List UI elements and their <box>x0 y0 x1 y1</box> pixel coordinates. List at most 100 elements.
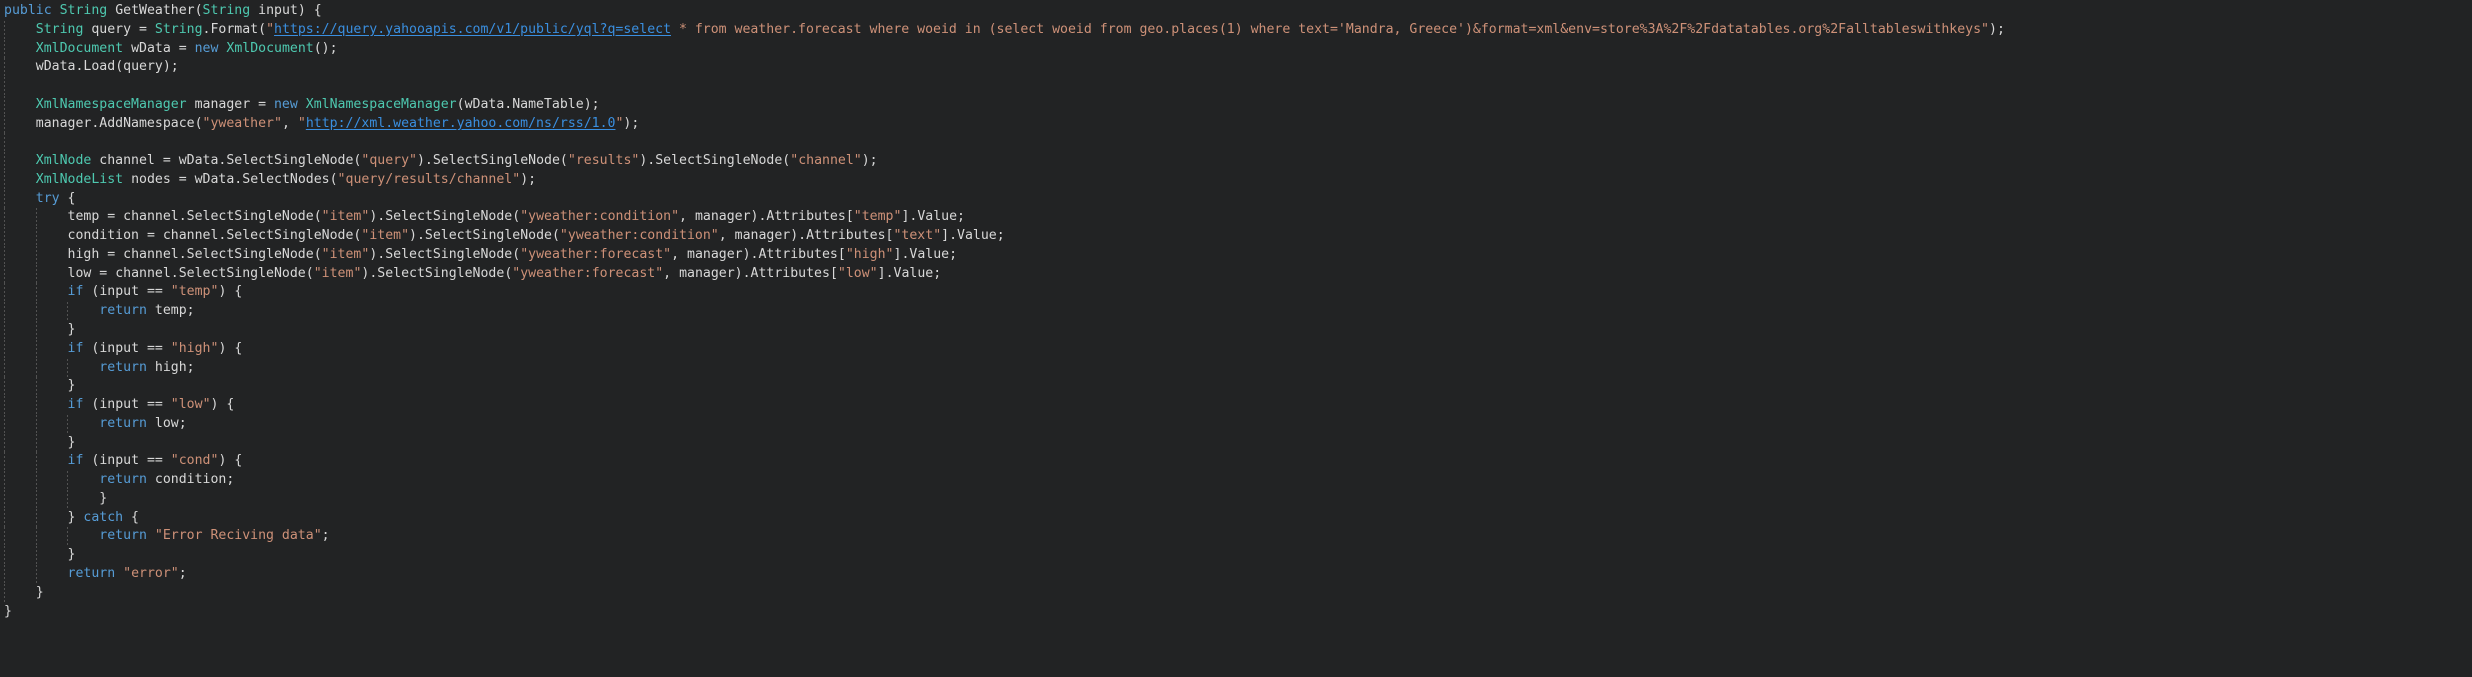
indent-guide <box>4 39 5 59</box>
type-name: XmlNamespaceManager <box>35 96 187 112</box>
punctuation: ( <box>313 209 322 225</box>
indent-guide <box>67 471 69 490</box>
code-line[interactable]: } <box>0 489 2472 509</box>
identifier: temp <box>67 209 100 225</box>
string-literal: " <box>790 153 799 169</box>
code-line[interactable]: try { <box>0 189 2472 209</box>
identifier: wData <box>35 59 76 75</box>
indent-guide <box>4 358 5 378</box>
code-line[interactable]: if (input == "high") { <box>0 339 2472 359</box>
code-line[interactable]: XmlDocument wData = new XmlDocument(); <box>0 39 2472 59</box>
punctuation: } <box>4 378 76 394</box>
code-line[interactable]: XmlNodeList nodes = wData.SelectNodes("q… <box>0 170 2472 190</box>
code-line[interactable]: } <box>0 583 2472 603</box>
code-line[interactable]: if (input == "low") { <box>0 396 2472 415</box>
string-literal: " <box>154 528 163 544</box>
indent-guide <box>4 433 5 453</box>
indent-guide <box>35 396 37 415</box>
code-line[interactable]: if (input == "cond") { <box>0 452 2472 472</box>
string-literal: " <box>512 171 521 187</box>
punctuation: ; <box>996 228 1005 244</box>
code-line[interactable]: low = channel.SelectSingleNode("item").S… <box>0 264 2472 284</box>
code-line[interactable]: high = channel.SelectSingleNode("item").… <box>0 245 2472 265</box>
string-literal: " <box>401 228 410 244</box>
identifier: high <box>67 246 100 262</box>
code-line[interactable] <box>0 77 2472 96</box>
punctuation: } <box>4 490 108 506</box>
code-line[interactable]: } <box>0 377 2472 397</box>
code-line[interactable]: temp = channel.SelectSingleNode("item").… <box>0 208 2472 228</box>
indent-guide <box>4 302 5 322</box>
code-line[interactable]: wData.Load(query); <box>0 58 2472 78</box>
code-line[interactable]: } <box>0 546 2472 565</box>
punctuation: ( <box>258 21 267 37</box>
keyword: return <box>67 565 116 581</box>
code-line[interactable]: if (input == "temp") { <box>0 283 2472 303</box>
punctuation: ); <box>520 171 537 187</box>
punctuation: = <box>91 265 116 281</box>
indent-guide <box>35 321 37 340</box>
punctuation <box>123 172 131 187</box>
code-line[interactable]: XmlNode channel = wData.SelectSingleNode… <box>0 152 2472 171</box>
code-line[interactable]: return temp; <box>0 302 2472 322</box>
identifier: query <box>91 21 132 37</box>
identifier: SelectSingleNode <box>186 246 314 262</box>
identifier: query <box>123 59 163 75</box>
punctuation: ). <box>742 246 759 262</box>
type-name: String <box>202 3 251 18</box>
indent-guide <box>4 321 5 340</box>
code-line[interactable]: return "Error Reciving data"; <box>0 527 2472 547</box>
identifier: SelectSingleNode <box>226 153 354 169</box>
indent-guide <box>4 95 5 115</box>
code-line[interactable]: String query = String.Format("https://qu… <box>0 20 2472 40</box>
code-editor[interactable]: public String GetWeather(String input) {… <box>0 0 2472 677</box>
indent-guide <box>4 396 5 415</box>
string-literal: " <box>933 228 942 244</box>
punctuation: , <box>679 209 695 225</box>
url-link[interactable]: http://xml.weather.yahoo.com/ns/rss/1.0 <box>306 116 616 131</box>
code-line[interactable]: } catch { <box>0 508 2472 528</box>
string-literal: low <box>178 397 203 413</box>
punctuation <box>115 566 123 581</box>
punctuation: ). <box>369 209 386 225</box>
code-line[interactable] <box>0 133 2472 153</box>
punctuation <box>147 360 155 375</box>
punctuation: ); <box>583 96 600 112</box>
code-line[interactable]: XmlNamespaceManager manager = new XmlNam… <box>0 95 2472 115</box>
code-line[interactable]: } <box>0 321 2472 340</box>
code-line[interactable]: public String GetWeather(String input) { <box>0 2 2472 21</box>
string-literal: " <box>170 565 179 581</box>
url-link[interactable]: https://query.yahooapis.com/v1/public/yq… <box>274 22 671 37</box>
indent-guide <box>4 527 5 547</box>
code-line[interactable]: manager.AddNamespace("yweather", "http:/… <box>0 114 2472 134</box>
code-line[interactable]: return "error"; <box>0 564 2472 584</box>
code-line[interactable]: condition = channel.SelectSingleNode("it… <box>0 227 2472 246</box>
indent-guide <box>4 564 5 584</box>
code-line[interactable]: return low; <box>0 414 2472 434</box>
punctuation: == <box>139 453 171 469</box>
punctuation: ( <box>83 453 100 469</box>
indent-guide <box>35 302 37 322</box>
code-line[interactable]: } <box>0 433 2472 453</box>
keyword: if <box>67 340 84 356</box>
indent-guide <box>4 77 5 96</box>
punctuation: } <box>4 584 44 600</box>
punctuation: ); <box>162 59 179 75</box>
string-literal: yweather <box>210 115 275 131</box>
code-line[interactable]: return high; <box>0 358 2472 378</box>
code-line[interactable]: return condition; <box>0 471 2472 490</box>
punctuation: ) { <box>210 397 235 413</box>
string-literal: " <box>559 228 568 244</box>
indent-guide <box>4 546 5 565</box>
identifier: Attributes <box>806 228 886 244</box>
indent-guide <box>35 377 37 397</box>
type-name: String <box>35 21 84 37</box>
string-literal: " <box>869 265 878 281</box>
punctuation: ( <box>194 3 203 18</box>
code-line[interactable]: } <box>0 603 2472 622</box>
string-literal: " <box>123 565 132 581</box>
code-content[interactable]: public String GetWeather(String input) {… <box>0 2 2472 621</box>
identifier: SelectSingleNode <box>178 265 306 281</box>
punctuation: , <box>718 228 735 244</box>
punctuation: { <box>123 509 139 525</box>
